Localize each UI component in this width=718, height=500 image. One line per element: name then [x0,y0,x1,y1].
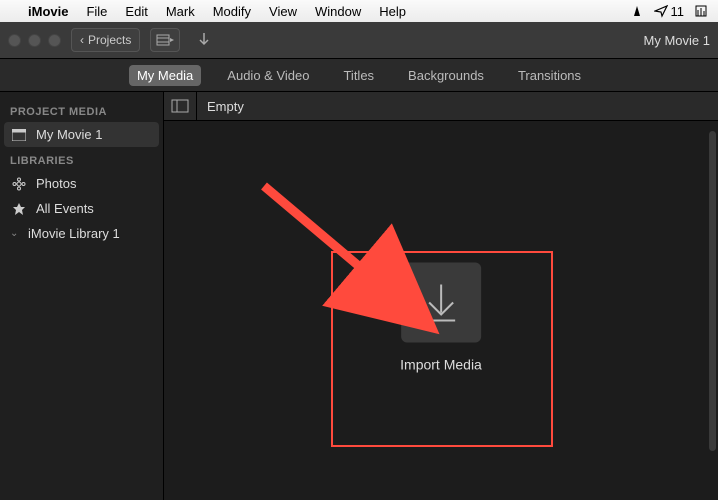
paper-plane-extra[interactable]: 11 [654,4,685,19]
vertical-scrollbar[interactable] [709,131,716,451]
menu-help[interactable]: Help [379,4,406,19]
projects-label: Projects [88,33,131,47]
tab-my-media[interactable]: My Media [129,65,201,86]
media-tabs: My Media Audio & Video Titles Background… [0,59,718,92]
media-browser-header: Empty [164,92,718,121]
media-browser-body: Import Media [164,121,718,500]
menu-modify[interactable]: Modify [213,4,251,19]
filmstrip-settings-button[interactable] [150,28,180,52]
star-icon [12,202,28,216]
chevron-down-icon[interactable]: ⌄ [10,228,20,239]
annotation-highlight-box [331,251,553,447]
clapperboard-icon [12,129,28,141]
sidebar-item-label: Photos [36,176,76,191]
tab-backgrounds[interactable]: Backgrounds [400,65,492,86]
window-toolbar: ‹ Projects My Movie 1 [0,22,718,59]
tab-transitions[interactable]: Transitions [510,65,589,86]
sidebar-item-project[interactable]: My Movie 1 [4,122,159,147]
project-title: My Movie 1 [644,33,710,48]
back-to-projects-button[interactable]: ‹ Projects [71,28,140,52]
sidebar-item-all-events[interactable]: All Events [0,196,163,221]
close-window-button[interactable] [8,34,21,47]
menu-view[interactable]: View [269,4,297,19]
content-area: PROJECT MEDIA My Movie 1 LIBRARIES Photo… [0,92,718,500]
toggle-sidebar-button[interactable] [164,92,197,120]
sidebar-section-libraries: LIBRARIES [0,147,163,171]
chevron-left-icon: ‹ [80,33,84,47]
minimize-window-button[interactable] [28,34,41,47]
sidebar: PROJECT MEDIA My Movie 1 LIBRARIES Photo… [0,92,164,500]
menu-window[interactable]: Window [315,4,361,19]
macos-menubar: iMovie File Edit Mark Modify View Window… [0,0,718,22]
tab-audio-video[interactable]: Audio & Video [219,65,317,86]
menu-file[interactable]: File [86,4,107,19]
vlc-cone-icon[interactable] [630,4,644,18]
media-browser: Empty Import Media [164,92,718,500]
import-arrow-button[interactable] [190,29,218,51]
status-extra-icon[interactable] [694,4,708,18]
sidebar-item-label: All Events [36,201,94,216]
sidebar-item-library[interactable]: ⌄ iMovie Library 1 [0,221,163,246]
menu-edit[interactable]: Edit [125,4,147,19]
sidebar-item-label: My Movie 1 [36,127,102,142]
sidebar-item-label: iMovie Library 1 [28,226,120,241]
tab-titles[interactable]: Titles [335,65,382,86]
app-menu[interactable]: iMovie [28,4,68,19]
window-traffic-lights[interactable] [8,34,61,47]
paper-plane-count: 11 [671,4,685,19]
media-status-label: Empty [197,99,244,114]
sidebar-section-project-media: PROJECT MEDIA [0,98,163,122]
zoom-window-button[interactable] [48,34,61,47]
menubar-extras: 11 [630,4,709,19]
menu-mark[interactable]: Mark [166,4,195,19]
sidebar-item-photos[interactable]: Photos [0,171,163,196]
photos-flower-icon [12,177,28,191]
